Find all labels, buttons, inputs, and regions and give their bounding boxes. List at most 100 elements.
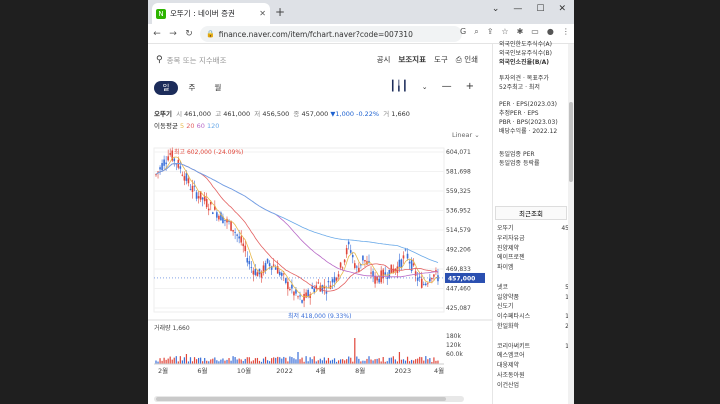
close-tab-icon[interactable]: ✕ [259, 9, 266, 18]
chevron-down-icon[interactable]: ⌄ [422, 83, 428, 91]
share-icon[interactable]: ⇪ [487, 27, 494, 37]
period-week-button[interactable]: 주 [180, 81, 204, 95]
reload-icon[interactable]: ↻ [182, 29, 196, 39]
ma-label: 이동평균 [154, 122, 178, 130]
tool-drawing[interactable]: 도구 [434, 54, 448, 65]
recent-item[interactable]: 신도기 [497, 302, 569, 312]
tool-disclosure[interactable]: 공시 [377, 54, 391, 65]
recent-views-tab[interactable]: 최근조회 [495, 206, 567, 220]
price-chart[interactable]: 604,071 581,698 559,325 536,952 514,579 492,2… [148, 144, 492, 384]
recent-item[interactable]: 우리자유금 [497, 234, 569, 244]
recent-item[interactable] [497, 273, 569, 283]
volume-bar [299, 359, 301, 364]
menu-kebab-icon[interactable]: ⋮ [562, 27, 570, 37]
recent-item[interactable]: 이수페타시스1 [497, 312, 569, 322]
recent-item-name: 일양약품 [497, 293, 520, 301]
candle-body [299, 295, 301, 297]
maximize-icon[interactable]: ☐ [536, 4, 544, 14]
volume-bar [362, 360, 364, 364]
candle-body [337, 274, 340, 277]
candle-body [349, 250, 352, 253]
search-input[interactable]: 종목 또는 지수배조 [167, 55, 227, 66]
x-tick-label: 2022 [276, 367, 293, 375]
scrollbar-thumb[interactable] [156, 397, 446, 401]
recent-item[interactable]: 일양약품1 [497, 293, 569, 303]
volume-bar [279, 357, 281, 364]
recent-item-name: 우리자유금 [497, 234, 525, 242]
scale-mode-dropdown[interactable]: Linear ⌄ [452, 131, 480, 139]
recent-item[interactable]: 파이엠 [497, 263, 569, 273]
candle-body [408, 261, 411, 264]
back-icon[interactable]: ← [150, 29, 164, 39]
zoom-icon[interactable]: ⌕ [474, 27, 478, 37]
volume-bar [236, 359, 238, 364]
url-field[interactable]: 🔒 finance.naver.com/item/fchart.naver?co… [200, 26, 462, 42]
volume-bar [155, 360, 157, 364]
volume-bar [295, 359, 297, 364]
period-month-button[interactable]: 월 [206, 81, 230, 95]
candle-body [364, 260, 366, 262]
recent-item[interactable]: 이건산업 [497, 381, 569, 391]
volume-bar [185, 354, 188, 364]
browser-window: N 오뚜기 : 네이버 증권 ✕ + ⌄ — ☐ ✕ ← → ↻ 🔒 finan… [148, 0, 574, 404]
candle-body [370, 272, 372, 274]
bookmark-star-icon[interactable]: ☆ [501, 27, 508, 37]
google-icon[interactable]: G [460, 27, 466, 37]
zoom-out-icon[interactable]: — [442, 81, 452, 92]
recent-item[interactable]: 대웅제약 [497, 361, 569, 371]
recent-item[interactable]: 한일화학2 [497, 322, 569, 332]
stock-search[interactable]: ⚲ 종목 또는 지수배조 [156, 55, 227, 66]
browser-tab[interactable]: N 오뚜기 : 네이버 증권 ✕ [152, 3, 270, 24]
recent-item[interactable]: 에스엠코어 [497, 351, 569, 361]
forward-icon[interactable]: → [166, 29, 180, 39]
candle-body [425, 283, 427, 286]
recent-item[interactable]: 사조동아원 [497, 371, 569, 381]
sidepanel-icon[interactable]: ▭ [531, 27, 539, 37]
new-tab-icon[interactable]: + [275, 5, 285, 19]
recent-item[interactable] [497, 332, 569, 342]
candle-body [327, 281, 330, 283]
candle-body [414, 271, 417, 276]
chevron-down-icon[interactable]: ⌄ [492, 4, 500, 14]
high-low-52w-label: 52주최고 · 최저 [499, 84, 540, 91]
opinion-block: 투자의견 · 목표주가 52주최고 · 최저 [499, 74, 549, 92]
chart-horizontal-scrollbar[interactable] [154, 396, 464, 402]
page-scrollbar-thumb[interactable] [569, 102, 573, 182]
candle-body [301, 300, 303, 303]
tab-title: 오뚜기 : 네이버 증권 [170, 9, 235, 18]
extensions-icon[interactable]: ✱ [517, 27, 524, 37]
tool-print[interactable]: ⎙ 인쇄 [456, 54, 478, 65]
tool-indicators[interactable]: 보조지표 [398, 54, 426, 65]
candle-body [169, 153, 171, 155]
volume-bar [333, 358, 336, 364]
minimize-icon[interactable]: — [513, 4, 522, 14]
lock-icon[interactable]: 🔒 [206, 30, 215, 38]
zoom-in-icon[interactable]: + [466, 81, 474, 92]
url-text: finance.naver.com/item/fchart.naver?code… [218, 29, 413, 39]
candle-body [280, 272, 283, 276]
volume-tick-label: 180k [446, 333, 461, 340]
candle-body [278, 271, 281, 276]
close-window-icon[interactable]: ✕ [558, 4, 566, 14]
recent-item[interactable]: 넷코5 [497, 283, 569, 293]
volume-bar [425, 356, 427, 364]
profile-avatar-icon[interactable]: ● [547, 27, 554, 37]
industry-change-label: 동일업종 등락률 [499, 160, 540, 167]
candle-body [205, 198, 208, 208]
candlestick-type-icon[interactable]: ┃╽┃ [390, 81, 408, 92]
page-vertical-scrollbar[interactable] [568, 44, 574, 404]
candle-body [256, 272, 259, 277]
candle-body [203, 196, 206, 202]
candle-body [283, 273, 285, 275]
volume-bar [264, 356, 267, 364]
price-tick-label: 581,698 [446, 169, 471, 176]
volume-value: 1,660 [391, 110, 410, 118]
close-label: 종 [293, 110, 300, 118]
recent-item[interactable]: 코리아써키트1 [497, 342, 569, 352]
recent-item[interactable]: 오뚜기 45 [497, 224, 569, 234]
period-day-button[interactable]: 일 [154, 81, 178, 95]
recent-item[interactable]: 에이프로젠 [497, 253, 569, 263]
candle-body [234, 232, 236, 233]
recent-item[interactable]: 진양제약 [497, 244, 569, 254]
volume-bar [183, 357, 185, 364]
